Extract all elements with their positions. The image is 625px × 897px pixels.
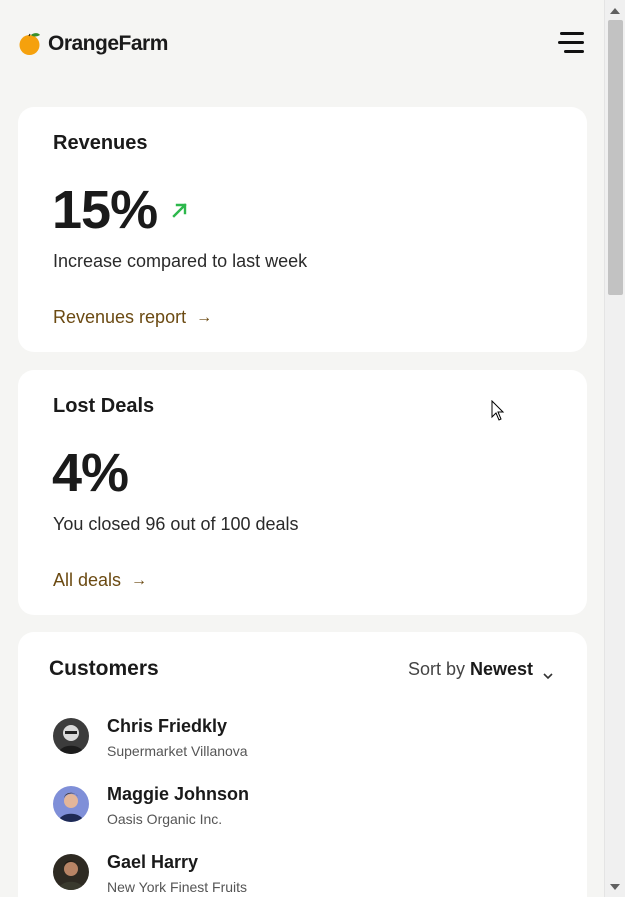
scroll-thumb[interactable] xyxy=(608,20,623,295)
card-title: Lost Deals xyxy=(53,395,155,417)
all-deals-link[interactable]: All deals → xyxy=(53,570,147,591)
link-label: All deals xyxy=(53,570,122,590)
customers-card: Customers Sort by Newest Chris Friedkly … xyxy=(18,632,587,897)
hamburger-menu-icon[interactable] xyxy=(558,32,584,56)
orange-fruit-icon xyxy=(18,32,42,56)
brand-name: OrangeFarm xyxy=(48,32,168,55)
customers-title: Customers xyxy=(49,657,159,680)
customer-company: New York Finest Fruits xyxy=(107,879,248,895)
mouse-cursor-icon xyxy=(491,399,505,422)
revenues-report-link[interactable]: Revenues report → xyxy=(53,307,212,328)
arrow-right-icon: → xyxy=(131,571,148,589)
customer-name: Maggie Johnson xyxy=(107,784,250,804)
customer-company: Supermarket Villanova xyxy=(107,743,248,759)
scroll-down-arrow-icon[interactable] xyxy=(610,884,620,890)
customer-name: Chris Friedkly xyxy=(107,716,228,736)
sort-prefix: Sort by xyxy=(407,659,465,679)
customer-row[interactable]: Chris Friedkly Supermarket Villanova xyxy=(53,716,553,766)
avatar xyxy=(53,786,89,822)
arrow-up-right-icon xyxy=(170,200,190,220)
arrow-right-icon: → xyxy=(196,308,213,326)
avatar xyxy=(53,718,89,754)
revenues-value: 15% xyxy=(52,180,158,240)
header: OrangeFarm xyxy=(18,28,584,62)
sort-dropdown[interactable]: Sort by Newest xyxy=(408,659,553,680)
avatar xyxy=(53,854,89,890)
card-title: Revenues xyxy=(53,132,148,154)
sort-value: Newest xyxy=(469,659,533,679)
link-label: Revenues report xyxy=(53,307,187,327)
revenues-card: Revenues 15% Increase compared to last w… xyxy=(18,107,587,352)
page: OrangeFarm Revenues 15% Increase compare… xyxy=(0,0,604,897)
chevron-down-icon xyxy=(543,665,553,679)
lost-deals-description: You closed 96 out of 100 deals xyxy=(53,514,299,534)
customer-company: Oasis Organic Inc. xyxy=(107,811,223,827)
revenues-description: Increase compared to last week xyxy=(53,251,308,271)
logo[interactable]: OrangeFarm xyxy=(18,32,168,56)
lost-deals-value: 4% xyxy=(52,443,129,503)
customer-name: Gael Harry xyxy=(107,852,199,872)
vertical-scrollbar[interactable] xyxy=(604,0,625,897)
customer-row[interactable]: Gael Harry New York Finest Fruits xyxy=(53,852,553,897)
customer-row[interactable]: Maggie Johnson Oasis Organic Inc. xyxy=(53,784,553,834)
scroll-up-arrow-icon[interactable] xyxy=(610,8,620,14)
